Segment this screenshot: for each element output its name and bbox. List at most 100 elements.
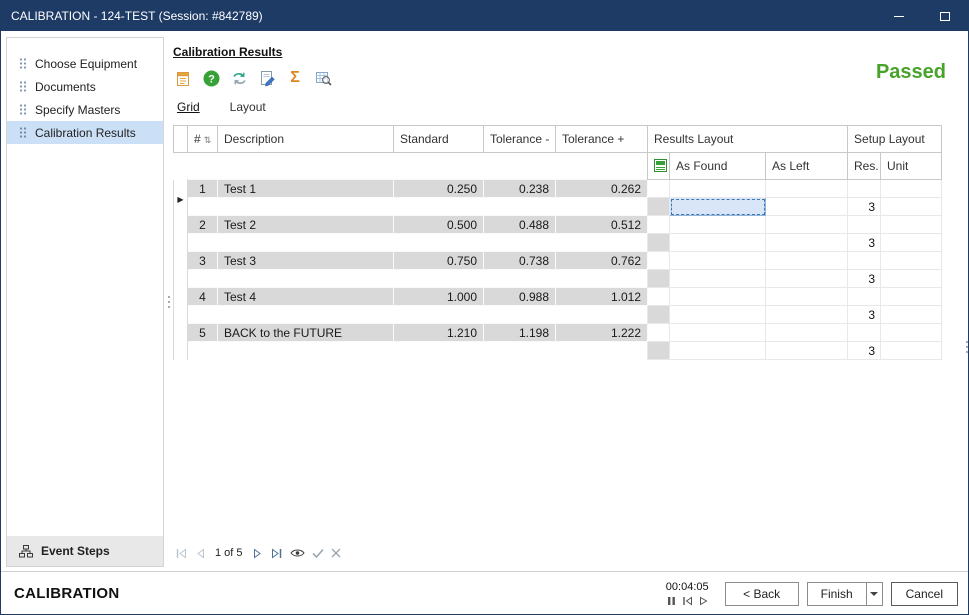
tab-grid[interactable]: Grid: [175, 97, 202, 118]
cell-tolerance-minus: 1.198: [484, 324, 556, 342]
sync-icon[interactable]: [229, 68, 249, 88]
window-controls: [876, 1, 968, 31]
record-3-values-row: 3: [174, 270, 942, 288]
help-icon[interactable]: ?: [201, 68, 221, 88]
cell-empty: [881, 216, 942, 234]
back-button[interactable]: < Back: [725, 582, 799, 606]
record-position: 1 of 5: [215, 547, 243, 559]
as-found-cell[interactable]: [670, 234, 766, 252]
play-icon[interactable]: [699, 596, 708, 606]
as-found-cell[interactable]: [670, 270, 766, 288]
finish-button[interactable]: Finish: [807, 582, 883, 606]
cell-empty: [848, 324, 881, 342]
cell-standard: 1.210: [394, 324, 484, 342]
sidebar-item-choose-equipment[interactable]: Choose Equipment: [7, 52, 163, 75]
skip-back-icon[interactable]: [682, 596, 693, 606]
accept-icon[interactable]: [312, 548, 324, 558]
res-cell[interactable]: 3: [848, 306, 881, 324]
res-cell[interactable]: 3: [848, 198, 881, 216]
column-header-as-found[interactable]: As Found: [670, 153, 766, 180]
record-3-descriptor-row: 3 Test 3 0.750 0.738 0.762: [174, 252, 942, 270]
cell-tolerance-plus: 0.762: [556, 252, 648, 270]
cell-description: Test 3: [218, 252, 394, 270]
as-left-cell[interactable]: [766, 198, 848, 216]
finish-dropdown-button[interactable]: [866, 583, 882, 605]
group-header-setup-layout[interactable]: Setup Layout: [848, 126, 942, 153]
column-header-description[interactable]: Description: [218, 126, 394, 153]
cell-empty: [881, 180, 942, 198]
notes-icon[interactable]: [173, 68, 193, 88]
cell-empty: [766, 324, 848, 342]
step-dots-icon: [19, 80, 27, 93]
sidebar-item-label: Choose Equipment: [35, 57, 137, 71]
sidebar-item-specify-masters[interactable]: Specify Masters: [7, 98, 163, 121]
as-left-cell[interactable]: [766, 306, 848, 324]
last-record-icon[interactable]: [270, 548, 283, 559]
unit-cell[interactable]: [881, 342, 942, 360]
subheader-blank: [174, 153, 648, 180]
row-indicator: [174, 288, 188, 324]
unit-cell[interactable]: [881, 306, 942, 324]
column-header-tolerance-minus[interactable]: Tolerance -: [484, 126, 556, 153]
record-2-values-row: 3: [174, 234, 942, 252]
pause-icon[interactable]: [667, 596, 676, 606]
cell-standard: 1.000: [394, 288, 484, 306]
record-4-values-row: 3: [174, 306, 942, 324]
cell-tolerance-plus: 0.512: [556, 216, 648, 234]
column-header-num[interactable]: #⇅: [188, 126, 218, 153]
footer-title: CALIBRATION: [14, 585, 120, 602]
unit-cell[interactable]: [881, 234, 942, 252]
column-header-standard[interactable]: Standard: [394, 126, 484, 153]
current-row-arrow-icon: ▶: [177, 195, 183, 204]
previous-record-icon[interactable]: [195, 548, 205, 559]
row-marker-cell: [648, 306, 670, 324]
cell-description: Test 2: [218, 216, 394, 234]
footer-controls: 00:04:05 < Back Finish Canc: [666, 581, 958, 606]
cell-empty: [848, 288, 881, 306]
sidebar-item-documents[interactable]: Documents: [7, 75, 163, 98]
cell-empty: [670, 216, 766, 234]
event-steps-button[interactable]: Event Steps: [7, 536, 163, 566]
res-cell[interactable]: 3: [848, 270, 881, 288]
cancel-button[interactable]: Cancel: [891, 582, 958, 606]
as-left-cell[interactable]: [766, 270, 848, 288]
as-found-cell[interactable]: [670, 198, 766, 216]
cell-empty: [648, 216, 670, 234]
as-left-cell[interactable]: [766, 342, 848, 360]
res-cell[interactable]: 3: [848, 234, 881, 252]
column-header-unit[interactable]: Unit: [881, 153, 942, 180]
cell-standard: 0.250: [394, 180, 484, 198]
cell-empty: [766, 288, 848, 306]
column-header-as-left[interactable]: As Left: [766, 153, 848, 180]
unit-cell[interactable]: [881, 270, 942, 288]
next-record-icon[interactable]: [253, 548, 263, 559]
as-left-cell[interactable]: [766, 234, 848, 252]
sum-icon[interactable]: Σ: [285, 68, 305, 88]
cell-empty: [648, 288, 670, 306]
view-icon[interactable]: [290, 548, 305, 558]
sidebar-splitter[interactable]: [164, 37, 173, 567]
find-grid-icon[interactable]: [313, 68, 333, 88]
finish-button-label[interactable]: Finish: [808, 583, 866, 605]
as-found-cell[interactable]: [670, 306, 766, 324]
unit-cell[interactable]: [881, 198, 942, 216]
cell-empty: [766, 180, 848, 198]
sidebar-item-calibration-results[interactable]: Calibration Results: [7, 121, 163, 144]
column-header-res[interactable]: Res.: [848, 153, 881, 180]
maximize-button[interactable]: [922, 1, 968, 31]
cell-empty: [670, 288, 766, 306]
cancel-edit-icon[interactable]: [331, 548, 341, 558]
edit-document-icon[interactable]: [257, 68, 277, 88]
as-found-cell[interactable]: [670, 342, 766, 360]
app-window: CALIBRATION - 124-TEST (Session: #842789…: [0, 0, 969, 615]
first-record-icon[interactable]: [175, 548, 188, 559]
group-header-results-layout[interactable]: Results Layout: [648, 126, 848, 153]
cell-empty: [648, 180, 670, 198]
sidebar-item-label: Documents: [35, 80, 96, 94]
tab-layout[interactable]: Layout: [228, 97, 268, 118]
res-cell[interactable]: 3: [848, 342, 881, 360]
minimize-button[interactable]: [876, 1, 922, 31]
column-header-tolerance-plus[interactable]: Tolerance +: [556, 126, 648, 153]
step-dots-icon: [19, 57, 27, 70]
cell-tolerance-minus: 0.988: [484, 288, 556, 306]
